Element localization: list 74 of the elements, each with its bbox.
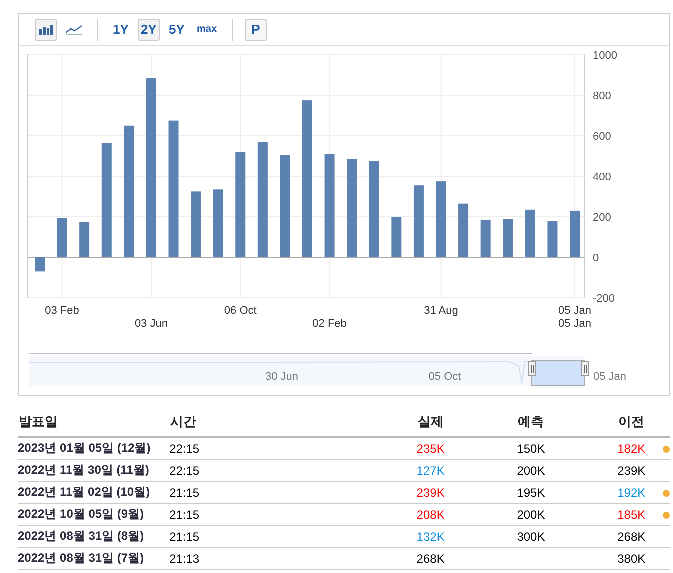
bar — [548, 221, 558, 258]
previous-value: 182K — [618, 442, 646, 456]
column-header: 예측 — [517, 408, 618, 437]
column-header: 발표일 — [18, 408, 170, 437]
release-date: 2022년 11월 30일 (11월) — [18, 463, 150, 477]
line-chart-icon — [66, 24, 82, 34]
forecast-value: 200K — [517, 464, 546, 478]
range-button[interactable]: 2Y — [138, 18, 160, 40]
bar-chart-icon — [39, 24, 53, 34]
x-tick-label: 03 Jun — [134, 318, 168, 330]
y-tick-label: 0 — [593, 252, 600, 264]
column-header: 실제 — [416, 408, 518, 437]
bar — [414, 186, 424, 258]
x-tick-label: 02 Feb — [312, 318, 347, 330]
bar — [392, 217, 402, 258]
y-tick-label: -200 — [593, 293, 616, 305]
release-date: 2022년 08월 31일 (8월) — [18, 529, 144, 543]
release-time: 22:15 — [170, 464, 200, 478]
navigator-label: 30 Jun — [265, 371, 299, 383]
actual-value: 127K — [416, 464, 445, 478]
bar — [503, 219, 514, 258]
release-time: 21:15 — [170, 530, 200, 544]
navigator-handle[interactable] — [582, 362, 590, 376]
release-date: 2023년 01월 05일 (12월) — [18, 441, 151, 455]
column-header: 이전 — [618, 408, 670, 437]
actual-value: 132K — [416, 530, 445, 544]
range-button[interactable]: max — [194, 18, 220, 40]
range-button[interactable]: 5Y — [166, 18, 188, 40]
bar — [57, 218, 68, 258]
x-tick-label: 05 Jan — [558, 318, 592, 330]
release-date: 2022년 11월 02일 (10월) — [18, 485, 150, 499]
bar — [570, 210, 580, 258]
previous-value: 268K — [618, 530, 646, 544]
y-tick-label: 800 — [593, 90, 612, 102]
bar — [213, 190, 224, 258]
bar — [191, 192, 202, 258]
forecast-value: 150K — [517, 442, 546, 456]
bar — [480, 220, 491, 258]
range-button[interactable]: 1Y — [110, 18, 132, 40]
previous-value: 192K — [618, 486, 646, 500]
previous-value: 185K — [618, 508, 646, 522]
bar — [458, 204, 469, 258]
release-time: 21:15 — [170, 486, 200, 500]
release-date: 2022년 08월 31일 (7월) — [18, 551, 144, 565]
bar — [80, 222, 90, 258]
forecast-value: 200K — [517, 508, 546, 522]
navigator-label: 05 Oct — [428, 371, 462, 383]
actual-value: 235K — [416, 442, 445, 456]
release-time: 21:15 — [170, 508, 200, 522]
y-tick-label: 400 — [593, 172, 612, 184]
x-tick-label: 31 Aug — [424, 305, 458, 317]
navigator-window[interactable] — [532, 360, 586, 386]
release-time: 22:15 — [170, 442, 200, 456]
y-tick-label: 200 — [593, 212, 612, 224]
navigator-handle[interactable] — [528, 362, 536, 376]
chart-type-button[interactable] — [35, 18, 57, 40]
actual-value: 208K — [416, 508, 445, 522]
actual-value: 239K — [416, 486, 445, 500]
previous-value: 380K — [618, 552, 646, 566]
actual-value: 268K — [416, 552, 445, 566]
y-tick-label: 1000 — [593, 50, 618, 62]
x-tick-label: 05 Jan — [558, 305, 592, 317]
x-tick-label: 06 Oct — [224, 305, 257, 317]
release-time: 21:13 — [170, 552, 200, 566]
x-tick-label: 03 Feb — [45, 305, 80, 317]
previous-value: 239K — [618, 464, 646, 478]
navigator-label: 05 Jan — [593, 371, 627, 383]
p-button[interactable]: P — [245, 18, 268, 40]
forecast-value: 300K — [517, 530, 546, 544]
release-date: 2022년 10월 05일 (9월) — [18, 507, 144, 521]
y-tick-label: 600 — [593, 131, 612, 143]
bar — [35, 258, 45, 272]
forecast-value: 195K — [517, 486, 546, 500]
column-header: 시간 — [170, 408, 417, 437]
